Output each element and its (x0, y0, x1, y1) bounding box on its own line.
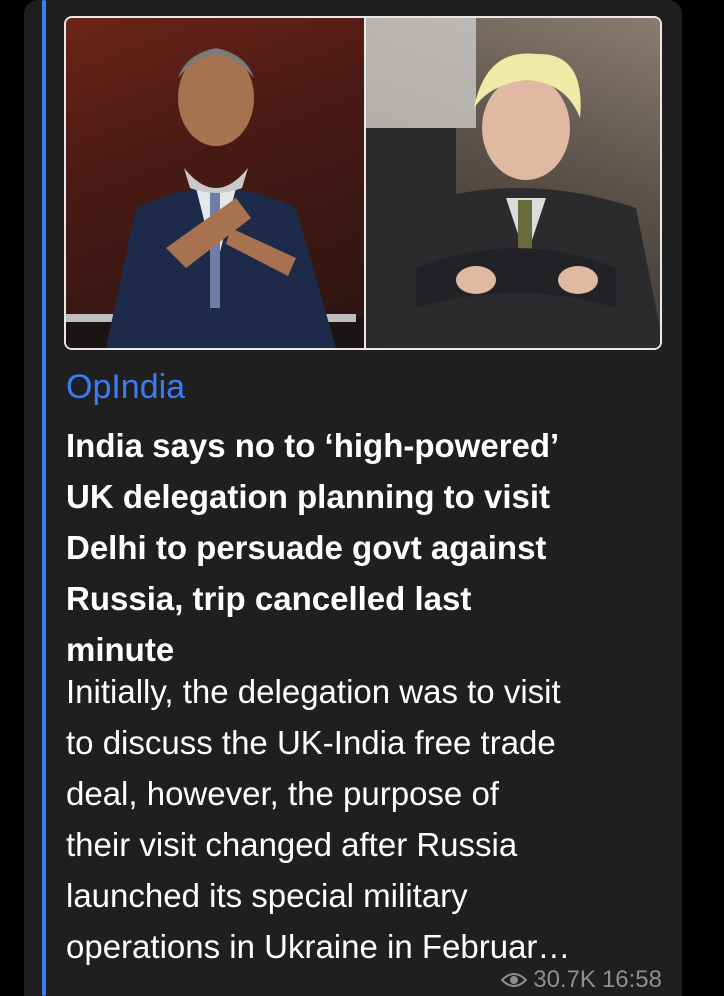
preview-photo-left (66, 18, 364, 348)
summary-line: to discuss the UK-India free trade (66, 724, 556, 761)
link-summary: Initially, the delegation was to visit t… (66, 666, 666, 972)
message-meta: 30.7K 16:58 (501, 966, 662, 994)
link-preview-accent-bar (42, 0, 46, 996)
man-in-suit-illustration (66, 48, 364, 348)
headline-line: Russia, trip cancelled last (66, 580, 472, 617)
summary-line: their visit changed after Russia (66, 826, 518, 863)
summary-line: operations in Ukraine in Februar… (66, 928, 571, 965)
man-arms-crossed-illustration (366, 18, 660, 348)
headline-line: Delhi to persuade govt against (66, 529, 547, 566)
link-headline[interactable]: India says no to ‘high-powered’ UK deleg… (66, 420, 666, 675)
headline-line: UK delegation planning to visit (66, 478, 551, 515)
right-margin (682, 0, 724, 996)
eye-icon (501, 973, 528, 987)
summary-line: deal, however, the purpose of (66, 775, 499, 812)
link-preview-image[interactable] (64, 16, 662, 350)
view-count: 30.7K (533, 966, 596, 993)
preview-photo-right (366, 18, 660, 348)
summary-line: Initially, the delegation was to visit (66, 673, 561, 710)
message-time: 16:58 (601, 966, 662, 993)
link-source-name[interactable]: OpIndia (66, 368, 185, 407)
headline-line: India says no to ‘high-powered’ (66, 427, 560, 464)
summary-line: launched its special military (66, 877, 468, 914)
